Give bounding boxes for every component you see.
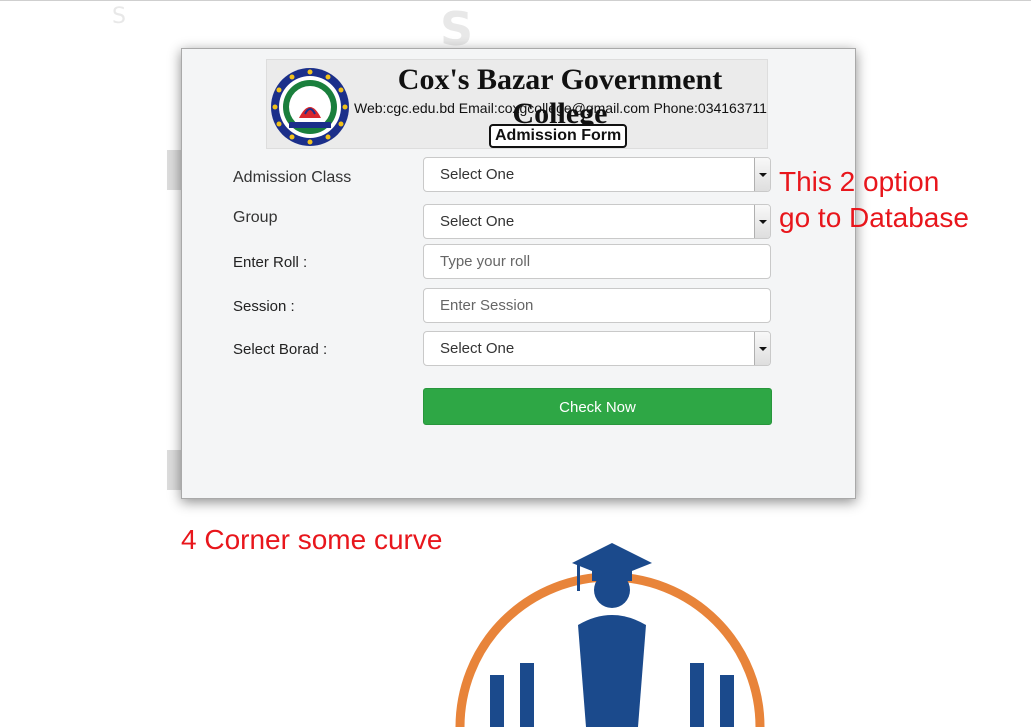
chevron-down-icon[interactable] [754, 205, 770, 238]
admission-class-label: Admission Class [233, 169, 352, 186]
college-contact-line: Web:cgc.edu.bd Email:coxgcollege@gmail.c… [354, 100, 767, 116]
check-now-button[interactable]: Check Now [423, 388, 772, 425]
admission-form-title: Admission Form [489, 124, 628, 148]
admission-class-select[interactable]: Select One [423, 157, 771, 192]
chevron-down-icon[interactable] [754, 158, 770, 191]
chevron-down-icon[interactable] [754, 332, 770, 365]
roll-label: Enter Roll : [233, 254, 308, 271]
side-tab [167, 150, 181, 190]
roll-input[interactable] [423, 244, 771, 279]
corner-curve-note: 4 Corner some curve [181, 524, 443, 555]
group-select[interactable]: Select One [423, 204, 771, 239]
side-tab [167, 450, 181, 490]
board-value: Select One [440, 340, 515, 357]
group-value: Select One [440, 213, 515, 230]
database-note-line-2: go to Database [779, 202, 969, 233]
database-note-line-1: This 2 option [779, 166, 940, 197]
session-label: Session : [233, 298, 295, 315]
board-select[interactable]: Select One [423, 331, 771, 366]
college-name: Cox's Bazar Government College [397, 63, 723, 130]
graduate-emblem-icon [455, 543, 765, 727]
watermark-mark: S [112, 4, 126, 29]
admission-form-card: Cox's Bazar Government College Web:cgc.e… [181, 48, 856, 499]
board-label: Select Borad : [233, 341, 328, 358]
college-logo-icon [271, 68, 349, 146]
graduate-figure [490, 543, 734, 727]
top-rule [0, 0, 1031, 1]
college-header-banner: Cox's Bazar Government College Web:cgc.e… [266, 59, 768, 149]
group-label: Group [233, 209, 278, 226]
session-input[interactable] [423, 288, 771, 323]
admission-class-value: Select One [440, 166, 515, 183]
